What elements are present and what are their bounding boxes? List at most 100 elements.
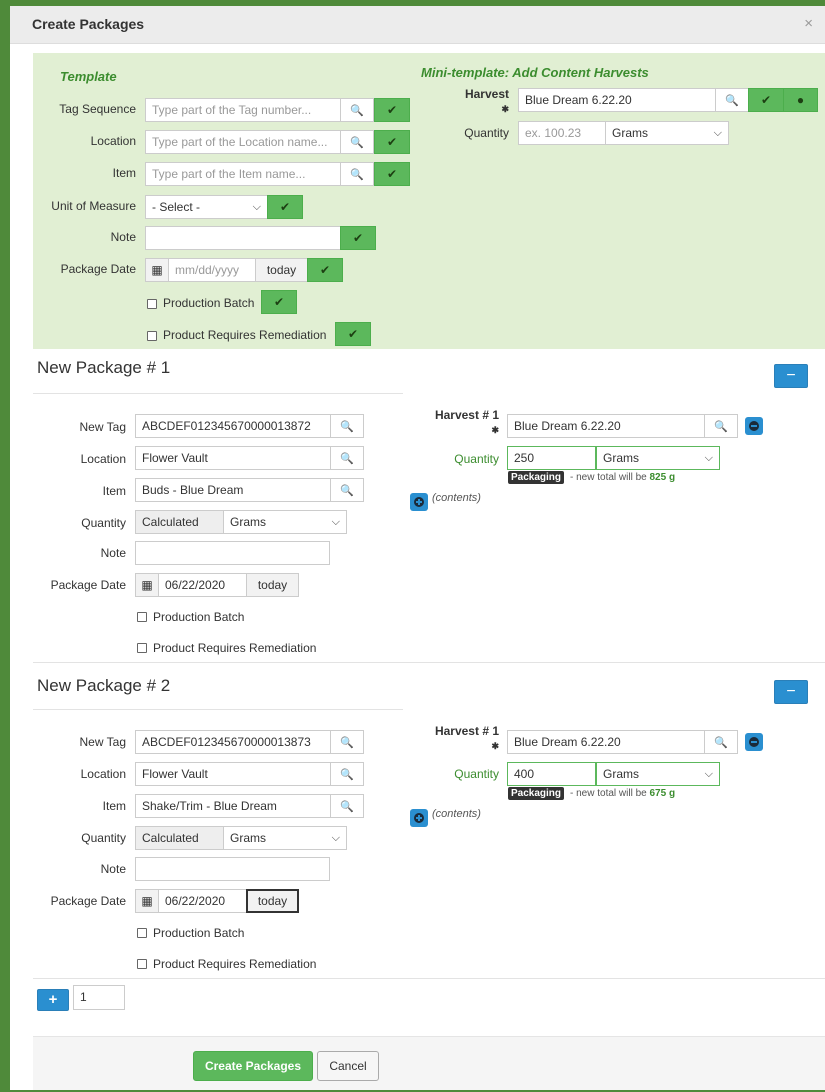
harvest-unit-select[interactable]: Grams ⌵: [596, 762, 720, 786]
check-icon: ✔: [386, 135, 398, 149]
remove-harvest-button[interactable]: [745, 733, 763, 751]
cancel-button[interactable]: Cancel: [317, 1051, 379, 1081]
package-date-apply-button[interactable]: ✔: [307, 258, 343, 282]
search-icon: 🔍: [350, 169, 364, 181]
uom-apply-button[interactable]: ✔: [267, 195, 303, 219]
package-date-input[interactable]: 06/22/2020: [158, 889, 247, 913]
mini-template-heading: Mini-template: Add Content Harvests: [421, 65, 649, 80]
item-search-button[interactable]: 🔍: [330, 794, 364, 818]
note-input[interactable]: [135, 857, 330, 881]
mini-harvest-apply-button[interactable]: ✔: [748, 88, 784, 112]
mini-harvest-add-button[interactable]: ●: [783, 88, 818, 112]
location-input[interactable]: Flower Vault: [135, 446, 332, 470]
template-heading: Template: [60, 69, 117, 84]
unit-of-measure-label: Unit of Measure: [51, 199, 136, 213]
harvest-search-button[interactable]: 🔍: [704, 414, 738, 438]
dialog-footer: Create Packages Cancel: [33, 1036, 825, 1090]
harvest-unit-select[interactable]: Grams ⌵: [596, 446, 720, 470]
note-apply-button[interactable]: ✔: [340, 226, 376, 250]
harvest-label: Harvest ✱: [464, 87, 509, 114]
tag-sequence-search-button[interactable]: 🔍: [340, 98, 374, 122]
location-apply-button[interactable]: ✔: [374, 130, 410, 154]
remediation-checkbox[interactable]: [137, 959, 147, 969]
add-package-button[interactable]: +: [37, 989, 69, 1011]
package-date-input[interactable]: mm/dd/yyyy: [168, 258, 256, 282]
remove-harvest-button[interactable]: [745, 417, 763, 435]
package-date-label: Package Date: [50, 578, 126, 592]
mini-quantity-input[interactable]: ex. 100.23: [518, 121, 606, 145]
remediation-apply-button[interactable]: ✔: [335, 322, 371, 346]
item-apply-button[interactable]: ✔: [374, 162, 410, 186]
tag-sequence-input[interactable]: Type part of the Tag number...: [145, 98, 341, 122]
new-tag-label: New Tag: [79, 420, 126, 434]
remove-package-2-button[interactable]: −: [774, 680, 808, 704]
minus-icon: −: [786, 683, 796, 700]
add-contents-button[interactable]: [410, 493, 428, 511]
quantity-input[interactable]: Calculated: [135, 826, 224, 850]
harvest-input[interactable]: Blue Dream 6.22.20: [507, 414, 705, 438]
item-input[interactable]: Type part of the Item name...: [145, 162, 341, 186]
remediation-label: Product Requires Remediation: [153, 957, 317, 971]
mini-unit-value: Grams: [612, 126, 648, 140]
create-packages-button[interactable]: Create Packages: [193, 1051, 313, 1081]
location-input[interactable]: Type part of the Location name...: [145, 130, 341, 154]
remediation-checkbox[interactable]: [137, 643, 147, 653]
production-batch-checkbox[interactable]: [137, 928, 147, 938]
harvest-quantity-input[interactable]: 250: [507, 446, 596, 470]
new-tag-search-button[interactable]: 🔍: [330, 730, 364, 754]
unit-of-measure-select[interactable]: - Select - ⌵: [145, 195, 268, 219]
package-date-input[interactable]: 06/22/2020: [158, 573, 247, 597]
today-button[interactable]: today: [246, 889, 299, 913]
divider: [33, 662, 825, 663]
new-tag-search-button[interactable]: 🔍: [330, 414, 364, 438]
today-button[interactable]: today: [246, 573, 299, 597]
package-2-title: New Package # 2: [37, 676, 171, 695]
item-search-button[interactable]: 🔍: [330, 478, 364, 502]
check-icon: ✔: [760, 93, 772, 107]
location-input[interactable]: Flower Vault: [135, 762, 332, 786]
harvest-input[interactable]: Blue Dream 6.22.20: [507, 730, 705, 754]
close-icon[interactable]: ×: [804, 15, 813, 32]
tag-sequence-apply-button[interactable]: ✔: [374, 98, 410, 122]
harvest-search-button[interactable]: 🔍: [704, 730, 738, 754]
location-search-button[interactable]: 🔍: [330, 446, 364, 470]
note-input[interactable]: [145, 226, 341, 250]
add-contents-button[interactable]: [410, 809, 428, 827]
location-search-button[interactable]: 🔍: [330, 762, 364, 786]
note-input[interactable]: [135, 541, 330, 565]
production-batch-checkbox[interactable]: [147, 299, 157, 309]
quantity-input[interactable]: Calculated: [135, 510, 224, 534]
location-search-button[interactable]: 🔍: [340, 130, 374, 154]
mini-harvest-input[interactable]: Blue Dream 6.22.20: [518, 88, 716, 112]
production-batch-apply-button[interactable]: ✔: [261, 290, 297, 314]
harvest-quantity-input[interactable]: 400: [507, 762, 596, 786]
calendar-icon[interactable]: ▦: [135, 573, 159, 597]
location-label: Location: [90, 134, 136, 148]
item-label: Item: [102, 484, 126, 498]
note-label: Note: [100, 546, 126, 560]
calendar-icon[interactable]: ▦: [145, 258, 169, 282]
search-icon: 🔍: [340, 801, 354, 813]
note-label: Note: [100, 862, 126, 876]
new-tag-input[interactable]: ABCDEF012345670000013873: [135, 730, 332, 754]
mini-quantity-label: Quantity: [464, 126, 509, 140]
remediation-checkbox[interactable]: [147, 331, 157, 341]
today-button[interactable]: today: [255, 258, 308, 282]
item-input[interactable]: Buds - Blue Dream: [135, 478, 332, 502]
check-icon: ✔: [386, 103, 398, 117]
mini-unit-select[interactable]: Grams ⌵: [605, 121, 729, 145]
remove-package-1-button[interactable]: −: [774, 364, 808, 388]
divider: [33, 393, 403, 394]
check-icon: ✔: [347, 327, 359, 341]
mini-harvest-search-button[interactable]: 🔍: [715, 88, 749, 112]
production-batch-checkbox[interactable]: [137, 612, 147, 622]
dialog-title: Create Packages: [32, 16, 145, 32]
plus-circle-icon: [414, 497, 424, 507]
new-tag-input[interactable]: ABCDEF012345670000013872: [135, 414, 332, 438]
add-count-input[interactable]: 1: [73, 985, 125, 1010]
unit-select[interactable]: Grams ⌵: [223, 510, 347, 534]
item-search-button[interactable]: 🔍: [340, 162, 374, 186]
calendar-icon[interactable]: ▦: [135, 889, 159, 913]
unit-select[interactable]: Grams ⌵: [223, 826, 347, 850]
item-input[interactable]: Shake/Trim - Blue Dream: [135, 794, 332, 818]
